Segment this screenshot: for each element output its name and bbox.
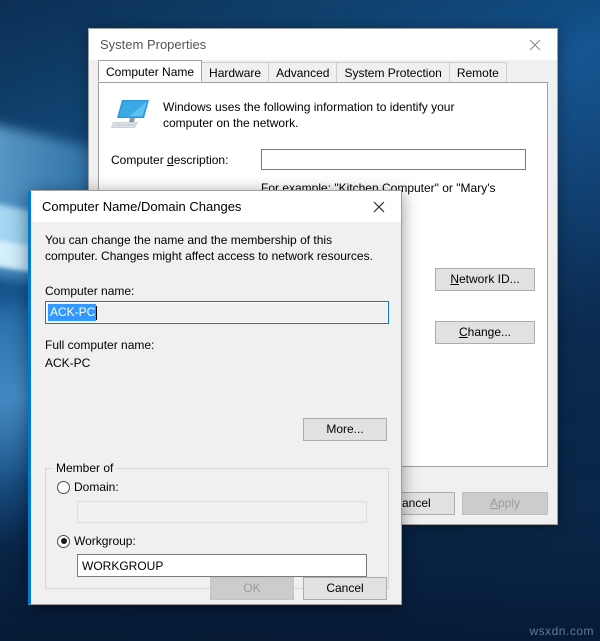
computer-description-row: Computer description: [111, 149, 535, 170]
more-button[interactable]: More... [303, 418, 387, 441]
change-button[interactable]: Change... [435, 321, 535, 344]
dialog-body: You can change the name and the membersh… [31, 232, 401, 614]
computer-info-text: Windows uses the following information t… [163, 100, 455, 130]
domain-input[interactable] [77, 501, 367, 523]
computer-description-input[interactable] [261, 149, 526, 170]
computer-monitor-icon [111, 97, 151, 131]
computer-name-input[interactable]: ACK-PC [45, 301, 389, 324]
domain-radio-label: Domain: [74, 480, 119, 494]
member-of-group-title: Member of [53, 461, 117, 475]
computer-description-label: Computer description: [111, 152, 229, 167]
system-properties-title: System Properties [100, 37, 207, 52]
dialog-description: You can change the name and the membersh… [45, 233, 373, 263]
dialog-titlebar: Computer Name/Domain Changes [31, 191, 401, 222]
dialog-footer: OK Cancel [210, 577, 387, 600]
tab-system-protection[interactable]: System Protection [336, 62, 450, 82]
computer-name-domain-changes-dialog: Computer Name/Domain Changes You can cha… [28, 190, 402, 605]
system-properties-titlebar: System Properties [89, 29, 557, 60]
domain-radio-row[interactable]: Domain: [57, 480, 388, 494]
close-icon[interactable] [356, 191, 401, 222]
tab-advanced[interactable]: Advanced [268, 62, 338, 82]
domain-radio[interactable] [57, 480, 70, 494]
workgroup-radio[interactable] [57, 534, 70, 548]
network-id-button[interactable]: Network ID... [435, 268, 535, 291]
dialog-cancel-button[interactable]: Cancel [303, 577, 387, 600]
dialog-title: Computer Name/Domain Changes [42, 199, 242, 214]
watermark: wsxdn.com [529, 624, 594, 638]
text-caret [96, 305, 98, 320]
member-of-groupbox: Member of Domain: Workgroup: [45, 461, 389, 589]
computer-name-selected-text: ACK-PC [48, 304, 97, 321]
close-icon[interactable] [512, 29, 557, 60]
computer-info-row: Windows uses the following information t… [111, 97, 535, 131]
full-computer-name-value: ACK-PC [45, 356, 91, 370]
full-computer-name-label: Full computer name: [45, 338, 155, 352]
workgroup-input[interactable] [77, 554, 367, 577]
workgroup-radio-label: Workgroup: [74, 534, 136, 548]
tab-computer-name[interactable]: Computer Name [98, 60, 203, 82]
tab-hardware[interactable]: Hardware [201, 62, 270, 82]
dialog-ok-button: OK [210, 577, 294, 600]
system-properties-apply-button: Apply [462, 492, 548, 515]
system-properties-tabstrip: Computer Name Hardware Advanced System P… [98, 60, 548, 82]
tab-remote[interactable]: Remote [448, 62, 507, 82]
computer-name-label: Computer name: [45, 284, 135, 298]
desktop-background: System Properties Computer Name Hardware… [0, 0, 600, 641]
workgroup-radio-row[interactable]: Workgroup: [57, 534, 388, 548]
